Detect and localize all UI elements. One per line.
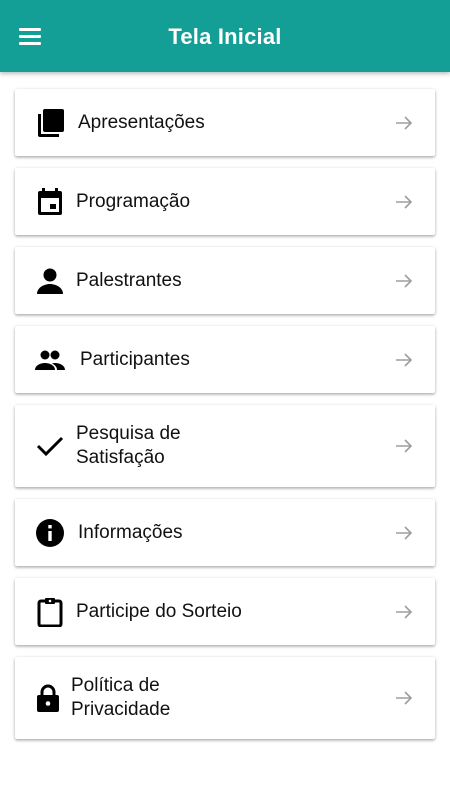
menu-item-informacoes[interactable]: Informações: [15, 499, 435, 566]
app-bar: Tela Inicial: [0, 0, 450, 72]
menu-item-politica-de-privacidade[interactable]: Política de Privacidade: [15, 657, 435, 739]
info-icon: [35, 518, 65, 548]
menu-item-palestrantes[interactable]: Palestrantes: [15, 247, 435, 314]
menu-item-label: Participe do Sorteio: [76, 600, 242, 622]
menu-item-label: Política de Privacidade: [71, 675, 171, 720]
arrow-right-icon: [393, 522, 415, 544]
menu-item-programacao[interactable]: Programação: [15, 168, 435, 235]
menu-item-label: Pesquisa de Satisfação: [76, 423, 181, 468]
arrow-right-icon: [393, 191, 415, 213]
people-icon: [35, 345, 65, 375]
page-title: Tela Inicial: [168, 24, 282, 49]
arrow-right-icon: [393, 270, 415, 292]
person-icon: [35, 266, 65, 296]
arrow-right-icon: [393, 349, 415, 371]
checkmark-icon: [35, 431, 65, 461]
menu-item-participantes[interactable]: Participantes: [15, 326, 435, 393]
lock-icon: [33, 683, 63, 713]
menu-item-label: Participantes: [80, 348, 190, 370]
menu-item-apresentacoes[interactable]: Apresentações: [15, 89, 435, 156]
arrow-right-icon: [393, 112, 415, 134]
calendar-icon: [35, 187, 65, 217]
menu-item-label: Apresentações: [78, 111, 205, 133]
slides-stack-icon: [35, 108, 65, 138]
clipboard-icon: [35, 597, 65, 627]
menu-item-label: Informações: [78, 521, 183, 543]
arrow-right-icon: [393, 601, 415, 623]
menu-item-pesquisa-de-satisfacao[interactable]: Pesquisa de Satisfação: [15, 405, 435, 487]
menu-item-participe-do-sorteio[interactable]: Participe do Sorteio: [15, 578, 435, 645]
menu-item-label: Programação: [76, 190, 191, 212]
arrow-right-icon: [393, 687, 415, 709]
arrow-right-icon: [393, 435, 415, 457]
menu-item-label: Palestrantes: [76, 269, 182, 291]
